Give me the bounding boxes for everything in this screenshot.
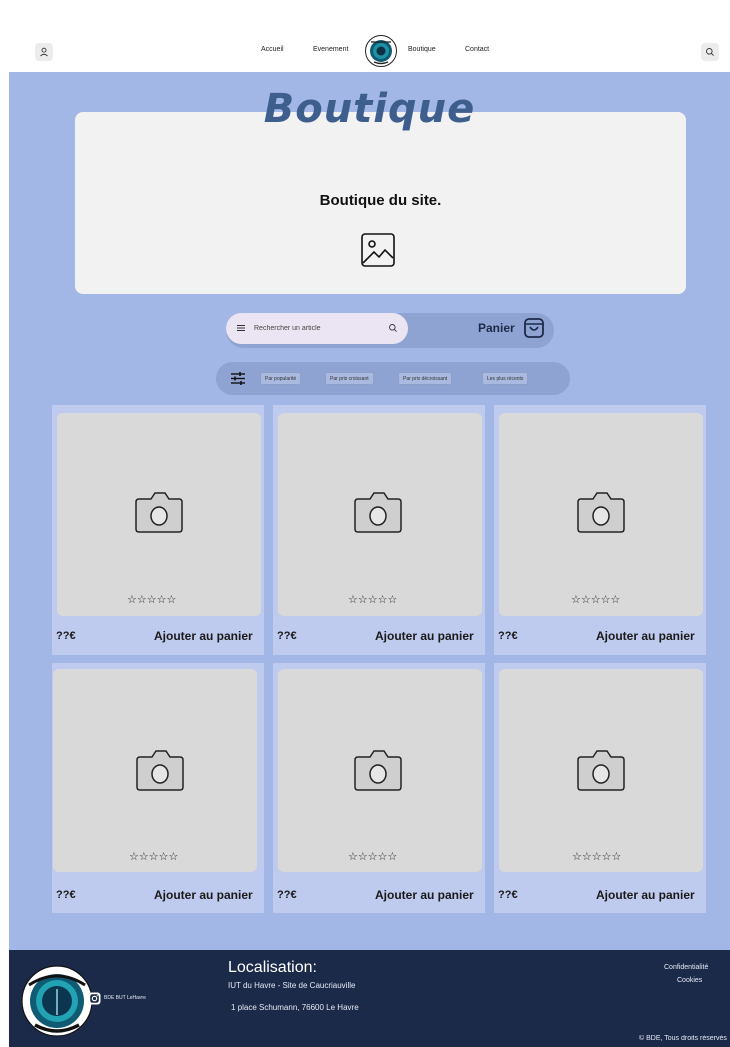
copyright: © BDE, Tous droits réservés — [639, 1035, 727, 1042]
add-to-cart-button[interactable]: Ajouter au panier — [375, 888, 474, 902]
product-card[interactable]: ☆☆☆☆☆ ??€ Ajouter au panier — [273, 405, 485, 655]
search-icon — [706, 48, 714, 56]
location-site: IUT du Havre - Site de Caucriauville — [228, 981, 356, 990]
nav-accueil[interactable]: Accueil — [261, 46, 284, 53]
rating-stars: ☆☆☆☆☆ — [572, 850, 622, 863]
menu-icon[interactable] — [236, 323, 246, 333]
product-price: ??€ — [498, 630, 518, 642]
footer: BDE BUT LeHavre Localisation: IUT du Hav… — [9, 950, 730, 1047]
camera-icon — [577, 492, 625, 533]
product-price: ??€ — [56, 889, 76, 901]
rating-stars: ☆☆☆☆☆ — [348, 850, 398, 863]
bde-logo-icon[interactable] — [365, 35, 397, 67]
filter-chip-plus-recents[interactable]: Les plus récents — [482, 372, 529, 385]
link-cookies[interactable]: Cookies — [677, 977, 702, 984]
location-address: 1 place Schumann, 76600 Le Havre — [231, 1003, 359, 1012]
filter-bar: Par popularité Par prix croissant Par pr… — [216, 362, 570, 395]
nav-evenement[interactable]: Evenement — [313, 46, 348, 53]
camera-icon — [135, 492, 183, 533]
instagram-icon[interactable] — [88, 992, 101, 1005]
product-image[interactable]: ☆☆☆☆☆ — [499, 669, 703, 872]
product-price: ??€ — [277, 630, 297, 642]
hero-banner: Boutique du site. — [75, 112, 686, 294]
add-to-cart-button[interactable]: Ajouter au panier — [154, 888, 253, 902]
camera-icon — [136, 750, 184, 791]
product-card[interactable]: ☆☆☆☆☆ ??€ Ajouter au panier — [494, 405, 706, 655]
header: Accueil Evenement Boutique Contact — [0, 0, 730, 72]
filter-chip-prix-decroissant[interactable]: Par prix décroissant — [398, 372, 453, 385]
add-to-cart-button[interactable]: Ajouter au panier — [375, 629, 474, 643]
main-content: Boutique du site. Boutique Panier — [9, 72, 730, 950]
hero-text: Boutique du site. — [319, 192, 442, 209]
search-icon[interactable] — [388, 323, 398, 333]
nav-boutique[interactable]: Boutique — [408, 46, 436, 53]
image-placeholder-icon — [361, 233, 395, 267]
product-image[interactable]: ☆☆☆☆☆ — [53, 669, 257, 872]
add-to-cart-button[interactable]: Ajouter au panier — [596, 888, 695, 902]
link-confidentialite[interactable]: Confidentialité — [664, 964, 708, 971]
product-card[interactable]: ☆☆☆☆☆ ??€ Ajouter au panier — [52, 663, 264, 913]
product-card[interactable]: ☆☆☆☆☆ ??€ Ajouter au panier — [52, 405, 264, 655]
camera-icon — [577, 750, 625, 791]
search-bar: Panier — [226, 313, 554, 348]
camera-icon — [354, 750, 402, 791]
instagram-label[interactable]: BDE BUT LeHavre — [104, 995, 146, 1001]
product-price: ??€ — [56, 630, 76, 642]
panier-label[interactable]: Panier — [478, 321, 515, 335]
product-price: ??€ — [277, 889, 297, 901]
add-to-cart-button[interactable]: Ajouter au panier — [596, 629, 695, 643]
location-title: Localisation: — [228, 959, 317, 976]
user-icon — [40, 47, 48, 57]
product-image[interactable]: ☆☆☆☆☆ — [57, 413, 261, 616]
search-field-wrapper — [226, 313, 408, 344]
bde-logo-icon — [21, 965, 93, 1037]
product-image[interactable]: ☆☆☆☆☆ — [278, 669, 482, 872]
camera-icon — [354, 492, 402, 533]
rating-stars: ☆☆☆☆☆ — [129, 850, 179, 863]
product-card[interactable]: ☆☆☆☆☆ ??€ Ajouter au panier — [494, 663, 706, 913]
filter-chip-popularite[interactable]: Par popularité — [260, 372, 302, 385]
rating-stars: ☆☆☆☆☆ — [127, 593, 177, 606]
rating-stars: ☆☆☆☆☆ — [571, 593, 621, 606]
product-card[interactable]: ☆☆☆☆☆ ??€ Ajouter au panier — [273, 663, 485, 913]
nav-contact[interactable]: Contact — [465, 46, 489, 53]
user-account-button[interactable] — [35, 43, 53, 61]
search-input[interactable] — [254, 321, 374, 336]
add-to-cart-button[interactable]: Ajouter au panier — [154, 629, 253, 643]
product-image[interactable]: ☆☆☆☆☆ — [278, 413, 482, 616]
header-search-button[interactable] — [701, 43, 719, 61]
page-title: Boutique — [263, 86, 476, 132]
shopping-bag-icon[interactable] — [523, 317, 545, 339]
filter-chip-prix-croissant[interactable]: Par prix croissant — [325, 372, 374, 385]
rating-stars: ☆☆☆☆☆ — [348, 593, 398, 606]
sliders-icon[interactable] — [230, 371, 246, 386]
product-image[interactable]: ☆☆☆☆☆ — [499, 413, 703, 616]
product-price: ??€ — [498, 889, 518, 901]
